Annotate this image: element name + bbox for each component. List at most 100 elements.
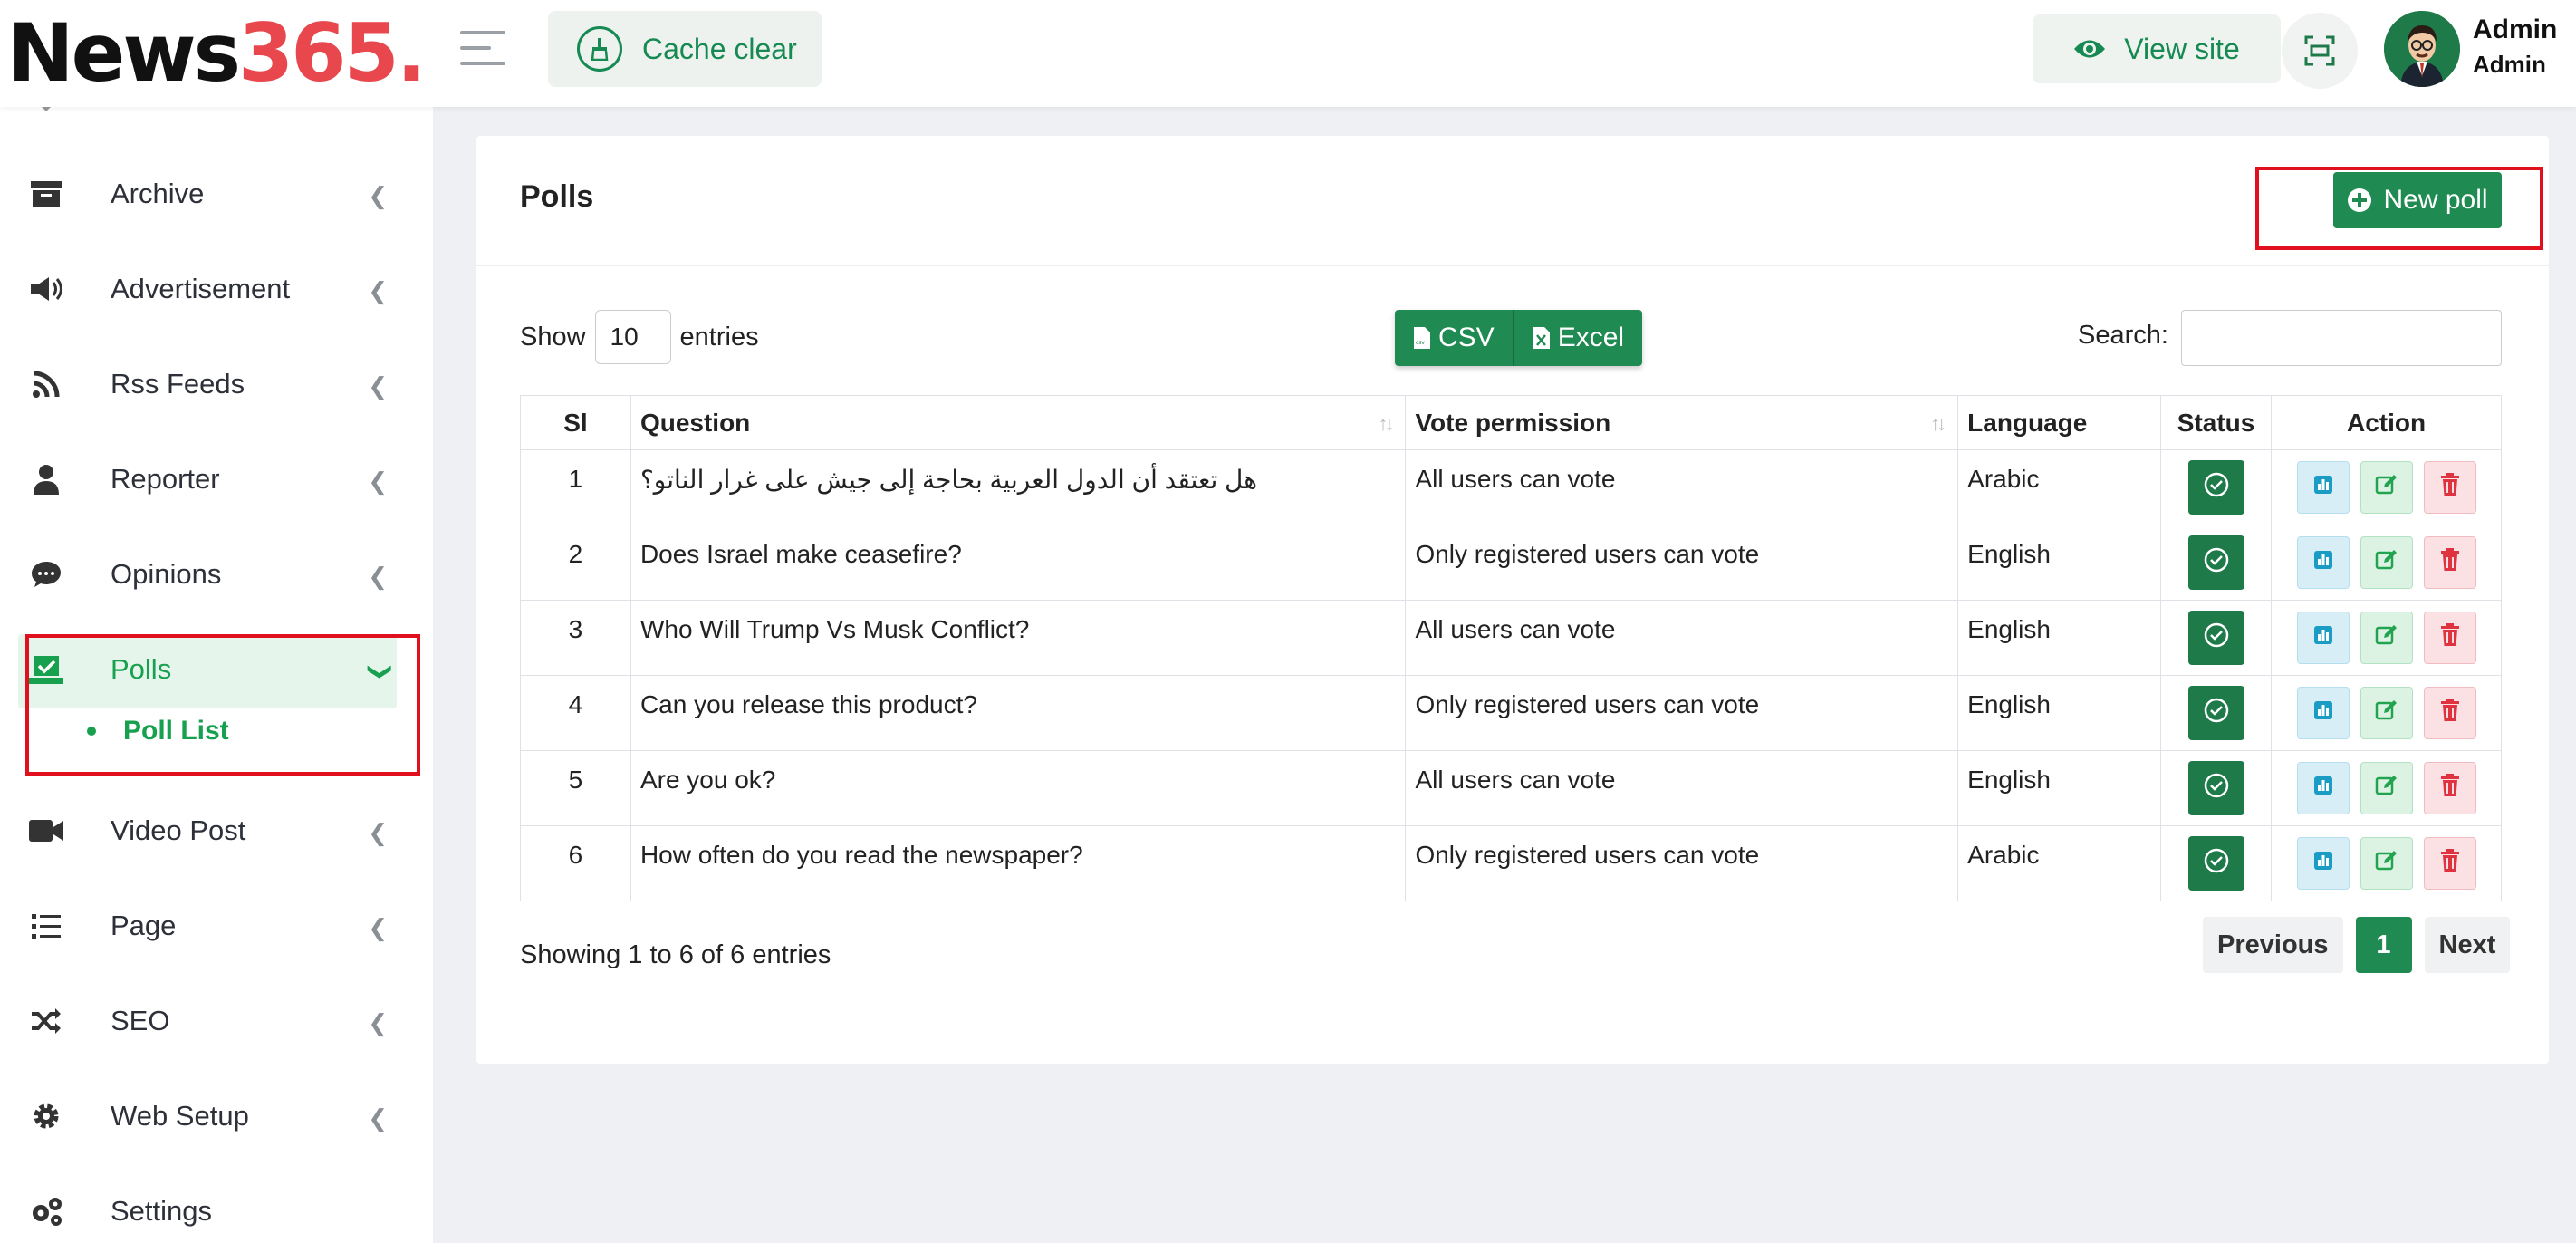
- column-header-status[interactable]: Status: [2160, 395, 2273, 450]
- comment-icon: [25, 554, 67, 595]
- cell-sl: 5: [520, 750, 631, 826]
- sidebar-item-label: Page: [111, 910, 177, 941]
- show-label: Show: [520, 322, 586, 352]
- view-site-button[interactable]: View site: [2033, 14, 2281, 83]
- edit-button[interactable]: [2360, 461, 2413, 514]
- delete-button[interactable]: [2423, 837, 2476, 890]
- view-results-button[interactable]: [2296, 837, 2350, 890]
- view-results-button[interactable]: [2296, 762, 2350, 814]
- export-buttons: csv CSV Excel: [1395, 310, 1643, 366]
- delete-button[interactable]: [2423, 536, 2476, 589]
- status-toggle-button[interactable]: [2187, 460, 2244, 515]
- gear-icon: [25, 1095, 67, 1137]
- edit-button[interactable]: [2360, 762, 2413, 814]
- edit-icon: [2375, 473, 2398, 503]
- cell-question: How often do you read the newspaper?: [630, 825, 1407, 901]
- cell-question: هل تعتقد أن الدول العربية بحاجة إلى جيش …: [630, 449, 1407, 525]
- sidebar-item-rss-feeds[interactable]: Rss Feeds ❮: [25, 352, 388, 416]
- sort-icon: ↑↓: [1930, 412, 1946, 435]
- check-circle-icon: [2203, 546, 2230, 580]
- cell-language: Arabic: [1957, 825, 2162, 901]
- sidebar-item-web-setup[interactable]: Web Setup ❮: [25, 1084, 388, 1148]
- cell-language: Arabic: [1957, 449, 2162, 525]
- delete-button[interactable]: [2423, 612, 2476, 664]
- edit-button[interactable]: [2360, 536, 2413, 589]
- chart-icon: [2312, 548, 2334, 577]
- column-header-action[interactable]: Action: [2271, 395, 2502, 450]
- column-header-vote-permission[interactable]: Vote permission ↑↓: [1405, 395, 1959, 450]
- column-header-language[interactable]: Language: [1957, 395, 2162, 450]
- logo[interactable]: News365.: [0, 0, 433, 107]
- excel-button[interactable]: Excel: [1512, 310, 1643, 366]
- sidebar-item-page[interactable]: Page ❮: [25, 894, 388, 958]
- entries-select-value: 10: [610, 323, 639, 351]
- delete-button[interactable]: [2423, 762, 2476, 814]
- sidebar-item-label: Web Setup: [111, 1100, 249, 1132]
- edit-icon: [2375, 849, 2398, 879]
- status-toggle-button[interactable]: [2187, 611, 2244, 665]
- column-header-question[interactable]: Question ↑↓: [630, 395, 1407, 450]
- status-toggle-button[interactable]: [2187, 836, 2244, 891]
- chevron-left-icon: ❮: [368, 277, 388, 304]
- highlight-box-polls: [25, 634, 420, 776]
- view-results-button[interactable]: [2296, 612, 2350, 664]
- sidebar-item-video-post[interactable]: Video Post ❮: [25, 799, 388, 862]
- svg-text:csv: csv: [1416, 340, 1425, 346]
- user-role: Admin: [2473, 51, 2546, 78]
- next-page-button[interactable]: Next: [2424, 917, 2511, 973]
- delete-button[interactable]: [2423, 461, 2476, 514]
- fullscreen-icon[interactable]: [2282, 13, 2358, 89]
- delete-button[interactable]: [2423, 687, 2476, 739]
- sidebar-item-label: Archive: [111, 178, 205, 209]
- status-toggle-button[interactable]: [2187, 761, 2244, 815]
- edit-button[interactable]: [2360, 837, 2413, 890]
- view-results-button[interactable]: [2296, 536, 2350, 589]
- search-input[interactable]: [2181, 310, 2502, 366]
- column-header-sl[interactable]: Sl: [520, 395, 631, 450]
- table-body: 1 هل تعتقد أن الدول العربية بحاجة إلى جيش…: [520, 449, 2502, 901]
- cache-clear-button[interactable]: Cache clear: [548, 11, 822, 87]
- previous-page-button[interactable]: Previous: [2203, 917, 2343, 973]
- user-name: Admin: [2473, 14, 2558, 44]
- edit-icon: [2375, 623, 2398, 653]
- sidebar-item-advertisement[interactable]: Advertisement ❮: [25, 257, 388, 321]
- sidebar-item-archive[interactable]: Archive ❮: [25, 162, 388, 226]
- entries-label: entries: [679, 322, 759, 352]
- broom-icon: [577, 26, 622, 72]
- avatar[interactable]: [2384, 11, 2460, 87]
- cell-vote-permission: All users can vote: [1405, 600, 1959, 676]
- status-toggle-button[interactable]: [2187, 686, 2244, 740]
- page-1-button[interactable]: 1: [2355, 917, 2412, 973]
- view-site-label: View site: [2124, 32, 2240, 65]
- menu-toggle-icon[interactable]: [460, 31, 505, 67]
- cell-question-text: Can you release this product?: [639, 690, 977, 718]
- cell-sl: 4: [520, 675, 631, 751]
- edit-icon: [2375, 548, 2398, 578]
- trash-icon: [2439, 773, 2461, 804]
- archive-icon: [25, 173, 67, 215]
- cell-action: [2271, 750, 2502, 826]
- entries-select[interactable]: 10: [594, 310, 671, 364]
- sidebar-item-label: Rss Feeds: [111, 368, 245, 400]
- cell-action: [2271, 675, 2502, 751]
- chevron-left-icon: ❮: [368, 914, 388, 941]
- view-results-button[interactable]: [2296, 687, 2350, 739]
- sidebar-item-opinions[interactable]: Opinions ❮: [25, 543, 388, 606]
- sidebar-item-reporter[interactable]: Reporter ❮: [25, 448, 388, 511]
- search-label: Search:: [2078, 321, 2168, 350]
- pagination: Previous 1 Next: [2203, 917, 2511, 973]
- view-results-button[interactable]: [2296, 461, 2350, 514]
- sidebar-item-settings[interactable]: Settings: [25, 1180, 388, 1243]
- csv-button[interactable]: csv CSV: [1395, 310, 1513, 366]
- sidebar-item-seo[interactable]: SEO ❮: [25, 989, 388, 1053]
- status-toggle-button[interactable]: [2187, 535, 2244, 590]
- chevron-left-icon: ❮: [368, 1104, 388, 1132]
- cell-status: [2160, 600, 2273, 676]
- cell-sl: 2: [520, 525, 631, 601]
- page-title: Polls: [520, 179, 594, 214]
- eye-icon: [2074, 40, 2106, 58]
- cell-status: [2160, 675, 2273, 751]
- edit-button[interactable]: [2360, 687, 2413, 739]
- edit-button[interactable]: [2360, 612, 2413, 664]
- polls-card: Polls New poll Show 10 entries csv CSV E…: [476, 136, 2549, 1064]
